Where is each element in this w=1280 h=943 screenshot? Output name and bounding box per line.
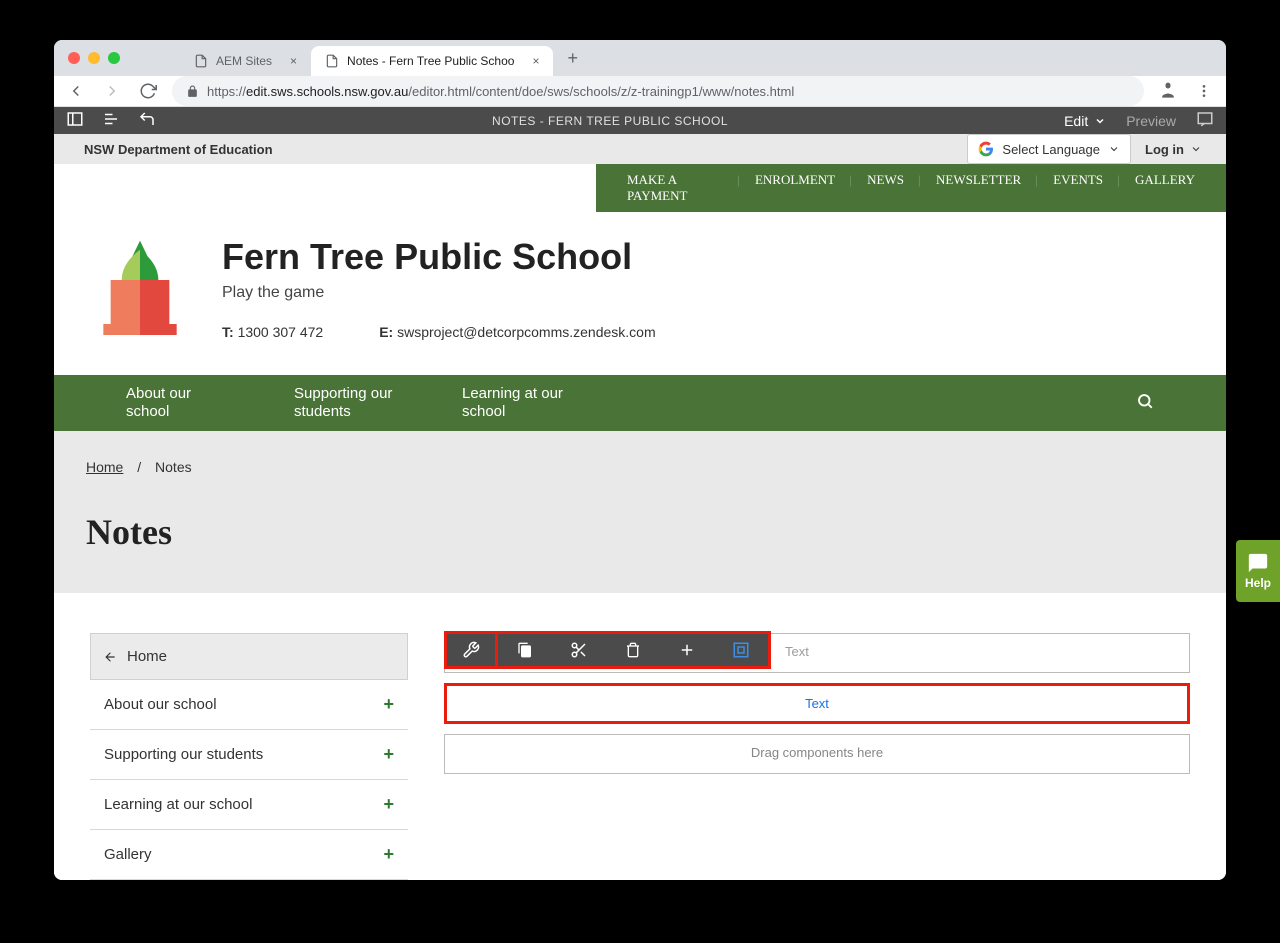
school-logo — [94, 236, 186, 351]
side-item-learning[interactable]: Learning at our school+ — [90, 780, 408, 830]
chevron-down-icon — [1190, 143, 1202, 155]
main-nav: About our school Supporting our students… — [54, 375, 1226, 431]
page-title: Notes — [86, 511, 1194, 553]
insert-button[interactable] — [660, 634, 714, 666]
util-link-payment[interactable]: MAKE A PAYMENT — [611, 164, 739, 212]
side-item-about[interactable]: About our school+ — [90, 680, 408, 730]
expand-icon[interactable]: + — [383, 794, 394, 815]
search-icon[interactable] — [1136, 392, 1154, 414]
address-bar: https://edit.sws.schools.nsw.gov.au/edit… — [54, 76, 1226, 107]
util-link-enrolment[interactable]: ENROLMENT — [739, 164, 851, 212]
breadcrumb-area: Home / Notes Notes — [54, 431, 1226, 593]
side-menu: Home About our school+ Supporting our st… — [90, 633, 408, 880]
delete-button[interactable] — [606, 634, 660, 666]
annotate-icon[interactable] — [1196, 110, 1214, 131]
school-tagline: Play the game — [222, 284, 656, 302]
email-contact: E: swsproject@detcorpcomms.zendesk.com — [379, 324, 655, 340]
nav-about[interactable]: About our school — [126, 375, 266, 431]
url-host: edit.sws.schools.nsw.gov.au — [246, 84, 408, 99]
configure-button[interactable] — [444, 631, 498, 669]
expand-icon[interactable]: + — [383, 744, 394, 765]
reload-button[interactable] — [136, 79, 160, 103]
util-link-gallery[interactable]: GALLERY — [1119, 164, 1211, 212]
undo-icon[interactable] — [138, 110, 156, 131]
nav-learning[interactable]: Learning at our school — [462, 375, 602, 431]
aem-page-title: NOTES - FERN TREE PUBLIC SCHOOL — [156, 114, 1064, 128]
page-info-icon[interactable] — [102, 110, 120, 131]
department-name: NSW Department of Education — [84, 142, 273, 157]
chevron-down-icon — [1108, 143, 1120, 155]
browser-tab-notes[interactable]: Notes - Fern Tree Public Schoo × — [311, 46, 553, 76]
component-toolbar — [444, 631, 771, 669]
lock-icon — [186, 85, 199, 98]
new-tab-button[interactable]: + — [559, 48, 586, 69]
school-name: Fern Tree Public School — [222, 236, 656, 278]
parent-button[interactable] — [714, 634, 768, 666]
browser-tab-strip: AEM Sites × Notes - Fern Tree Public Sch… — [54, 40, 1226, 76]
menu-button[interactable] — [1192, 79, 1216, 103]
aem-toolbar: NOTES - FERN TREE PUBLIC SCHOOL Edit Pre… — [54, 107, 1226, 134]
expand-icon[interactable]: + — [383, 694, 394, 715]
language-selector[interactable]: Select Language — [967, 134, 1131, 164]
util-link-newsletter[interactable]: NEWSLETTER — [920, 164, 1037, 212]
preview-button[interactable]: Preview — [1126, 113, 1176, 129]
tab-label: Notes - Fern Tree Public Schoo — [347, 54, 514, 68]
browser-tab-aem-sites[interactable]: AEM Sites × — [180, 46, 311, 76]
breadcrumb-current: Notes — [155, 459, 192, 475]
nav-supporting[interactable]: Supporting our students — [294, 375, 434, 431]
url-path: /editor.html/content/doe/sws/schools/z/z… — [408, 84, 794, 99]
profile-button[interactable] — [1156, 79, 1180, 103]
util-link-events[interactable]: EVENTS — [1037, 164, 1119, 212]
expand-icon[interactable]: + — [383, 844, 394, 865]
url-field[interactable]: https://edit.sws.schools.nsw.gov.au/edit… — [172, 76, 1144, 106]
content-area: Home About our school+ Supporting our st… — [54, 593, 1226, 880]
forward-button[interactable] — [100, 79, 124, 103]
side-item-supporting[interactable]: Supporting our students+ — [90, 730, 408, 780]
site-header: Fern Tree Public School Play the game T:… — [54, 212, 1226, 375]
google-icon — [978, 141, 994, 157]
url-protocol: https:// — [207, 84, 246, 99]
file-icon — [194, 54, 208, 68]
tab-label: AEM Sites — [216, 54, 272, 68]
back-button[interactable] — [64, 79, 88, 103]
editor-column: Text Text Drag components here — [444, 633, 1190, 880]
maximize-window-button[interactable] — [108, 52, 120, 64]
chevron-down-icon — [1094, 115, 1106, 127]
file-icon — [325, 54, 339, 68]
util-link-news[interactable]: NEWS — [851, 164, 920, 212]
close-tab-icon[interactable]: × — [290, 54, 297, 68]
login-button[interactable]: Log in — [1145, 142, 1202, 157]
utility-nav: MAKE A PAYMENT ENROLMENT NEWS NEWSLETTER… — [596, 164, 1226, 212]
edit-mode-button[interactable]: Edit — [1064, 113, 1106, 129]
sidepanel-toggle-icon[interactable] — [66, 110, 84, 131]
side-home-link[interactable]: Home — [90, 633, 408, 680]
phone-contact: T: 1300 307 472 — [222, 324, 323, 340]
copy-button[interactable] — [498, 634, 552, 666]
department-bar: NSW Department of Education Select Langu… — [54, 134, 1226, 164]
text-component-selected[interactable]: Text — [444, 683, 1190, 724]
side-item-gallery[interactable]: Gallery+ — [90, 830, 408, 880]
breadcrumb-home[interactable]: Home — [86, 459, 123, 475]
window-controls — [68, 52, 120, 64]
arrow-left-icon — [103, 650, 117, 664]
cut-button[interactable] — [552, 634, 606, 666]
drop-zone[interactable]: Drag components here — [444, 734, 1190, 774]
close-tab-icon[interactable]: × — [532, 54, 539, 68]
minimize-window-button[interactable] — [88, 52, 100, 64]
close-window-button[interactable] — [68, 52, 80, 64]
breadcrumb: Home / Notes — [86, 459, 1194, 475]
